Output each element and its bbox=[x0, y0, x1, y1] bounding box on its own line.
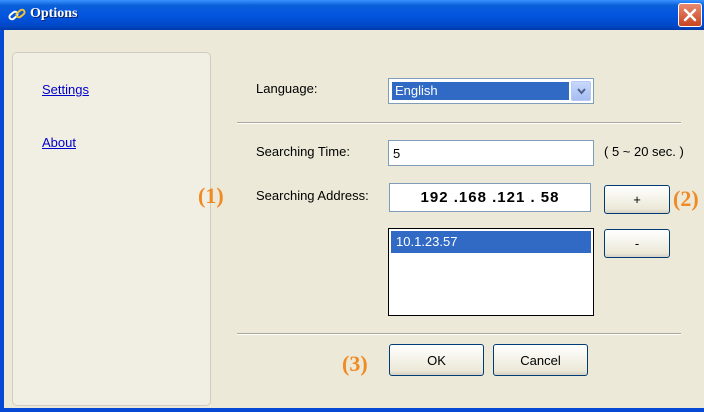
searching-address-label: Searching Address: bbox=[256, 188, 369, 203]
title-bar[interactable]: Options bbox=[0, 0, 704, 30]
language-selected-value: English bbox=[392, 82, 569, 100]
close-icon bbox=[683, 8, 697, 22]
searching-time-input[interactable] bbox=[388, 140, 594, 166]
address-list[interactable]: 10.1.23.57 bbox=[388, 228, 594, 316]
separator-top bbox=[237, 122, 681, 124]
language-label: Language: bbox=[256, 81, 318, 96]
ok-button[interactable]: OK bbox=[389, 344, 484, 376]
close-button[interactable] bbox=[678, 3, 702, 27]
remove-address-button[interactable]: - bbox=[604, 229, 670, 258]
language-select[interactable]: English bbox=[388, 78, 594, 104]
sidebar-item-settings[interactable]: Settings bbox=[42, 82, 89, 97]
window-title: Options bbox=[30, 6, 78, 21]
dropdown-button[interactable] bbox=[571, 81, 591, 101]
cancel-button[interactable]: Cancel bbox=[493, 344, 588, 376]
sidebar bbox=[12, 52, 211, 406]
options-dialog: Options Settings About Language: English… bbox=[0, 0, 704, 412]
sidebar-item-about[interactable]: About bbox=[42, 135, 76, 150]
searching-time-label: Searching Time: bbox=[256, 144, 350, 159]
chevron-down-icon bbox=[577, 88, 586, 95]
ip-address-input[interactable]: 192 .168 .121 . 58 bbox=[389, 183, 591, 212]
list-item[interactable]: 10.1.23.57 bbox=[391, 231, 591, 253]
searching-time-range-hint: ( 5 ~ 20 sec. ) bbox=[604, 144, 684, 159]
callout-1: (1) bbox=[198, 183, 224, 208]
add-address-button[interactable]: + bbox=[604, 185, 670, 214]
link-icon bbox=[8, 6, 26, 24]
window-frame-bottom bbox=[0, 408, 704, 412]
callout-3: (3) bbox=[342, 351, 368, 376]
window-frame-left bbox=[0, 30, 4, 412]
callout-2: (2) bbox=[673, 186, 699, 211]
separator-bottom bbox=[237, 333, 681, 335]
